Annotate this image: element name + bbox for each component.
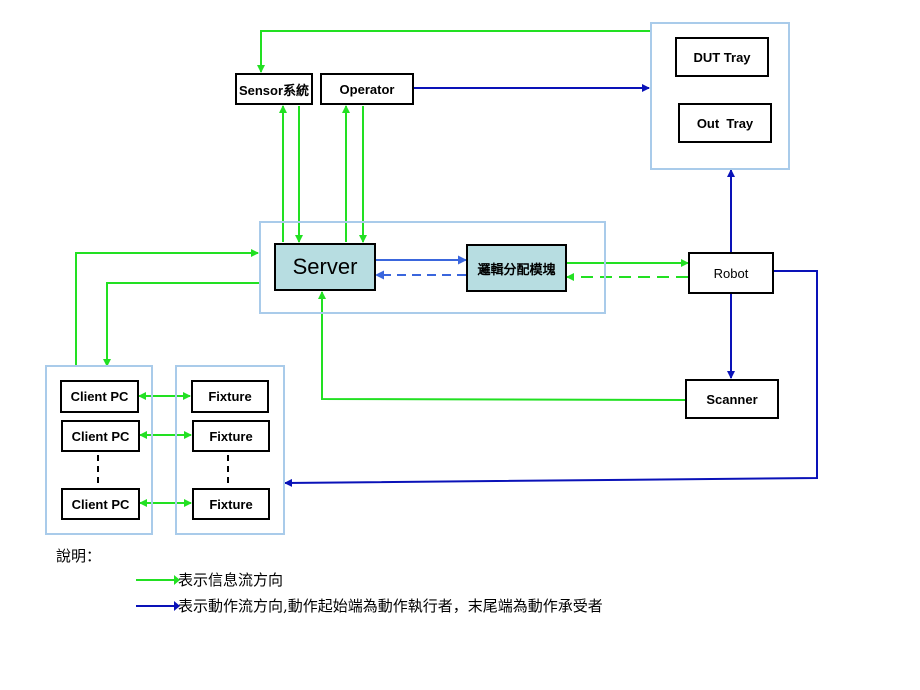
fixture-node[interactable]: Fixture (192, 420, 270, 452)
arrow-tray-to-sensor (257, 30, 650, 73)
legend-item-info-flow: 表示信息流方向 (136, 569, 283, 590)
client-pc-node[interactable]: Client PC (60, 380, 139, 413)
legend-label: 表示動作流方向,動作起始端為動作執行者，末尾端為動作承受者 (178, 597, 603, 615)
legend-label: 表示信息流方向 (178, 571, 284, 589)
operator-node[interactable]: Operator (320, 73, 414, 105)
logic-distribution-module-node[interactable]: 邏輯分配模塊 (466, 244, 567, 292)
out-tray-node[interactable]: Out Tray (678, 103, 772, 143)
arrow-client-to-server (75, 249, 259, 365)
scanner-node[interactable]: Scanner (685, 379, 779, 419)
dut-tray-node[interactable]: DUT Tray (675, 37, 769, 77)
robot-node[interactable]: Robot (688, 252, 774, 294)
client-pc-node[interactable]: Client PC (61, 420, 140, 452)
sensor-system-node[interactable]: Sensor系統 (235, 73, 313, 105)
green-arrow-icon (136, 574, 180, 585)
legend-item-action-flow: 表示動作流方向,動作起始端為動作執行者，末尾端為動作承受者 (136, 595, 603, 616)
client-pc-node[interactable]: Client PC (61, 488, 140, 520)
fixture-node[interactable]: Fixture (192, 488, 270, 520)
legend-title: 說明： (56, 547, 102, 565)
server-node[interactable]: Server (274, 243, 376, 291)
arrow-server-to-client (103, 282, 259, 367)
blue-arrow-icon (136, 600, 180, 611)
fixture-node[interactable]: Fixture (191, 380, 269, 413)
